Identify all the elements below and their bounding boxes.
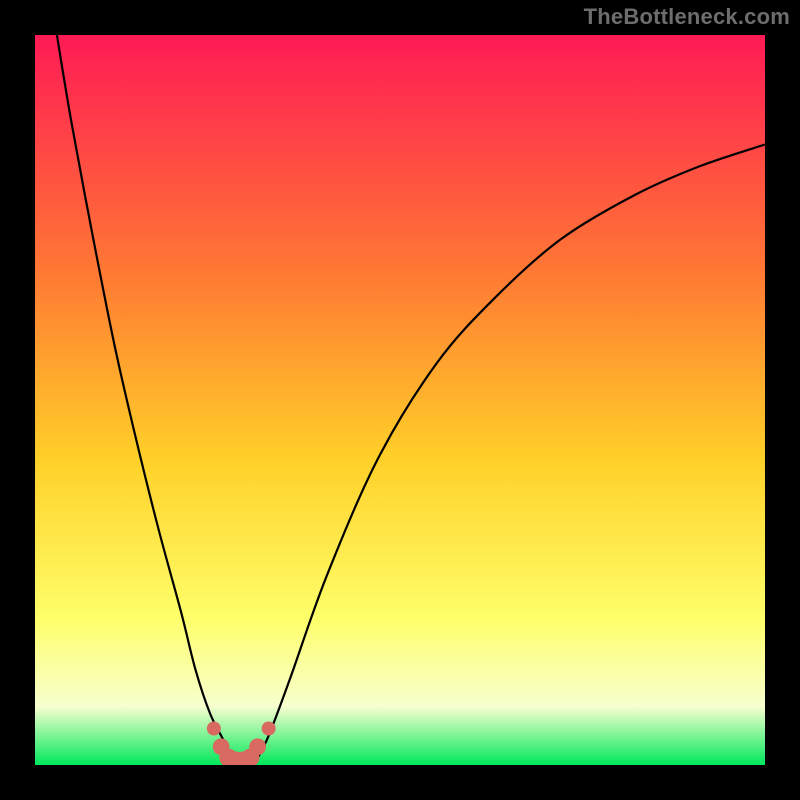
- chart-frame: TheBottleneck.com: [0, 0, 800, 800]
- plot-svg: [35, 35, 765, 765]
- plot-area: [35, 35, 765, 765]
- gradient-background: [35, 35, 765, 765]
- valley-marker: [249, 738, 266, 755]
- valley-marker: [262, 722, 276, 736]
- watermark-text: TheBottleneck.com: [584, 4, 790, 30]
- valley-marker: [207, 722, 221, 736]
